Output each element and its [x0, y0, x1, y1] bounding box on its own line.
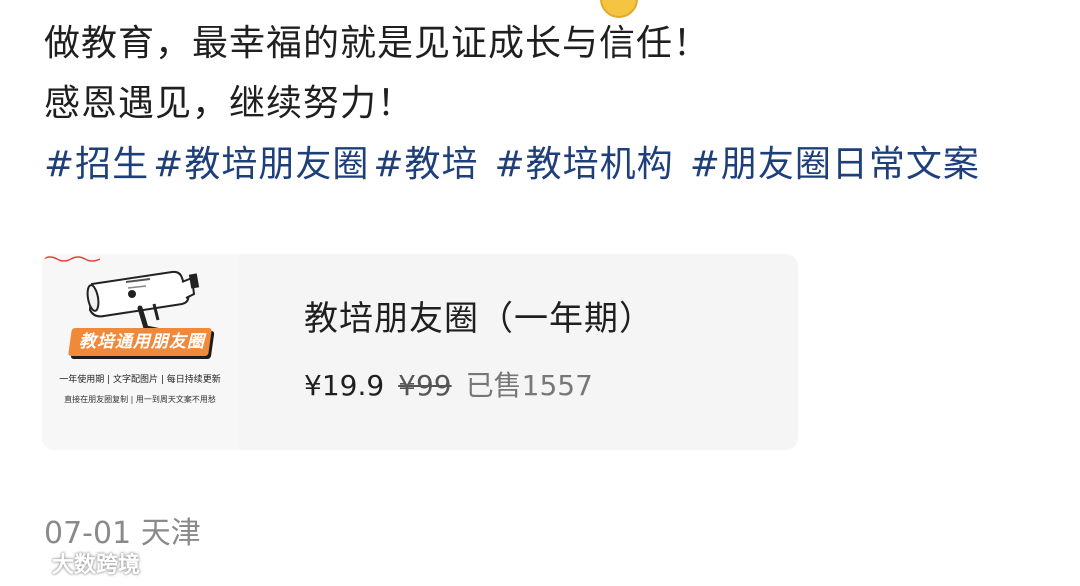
post-date: 07-01: [44, 516, 132, 551]
post-location: 天津: [140, 516, 201, 551]
post-text-line: 做教育，最幸福的就是见证成长与信任！: [44, 23, 711, 64]
hashtag-link[interactable]: #教培朋友圈: [153, 141, 369, 189]
thumbnail-subtitle: 一年使用期 | 文字配图片 | 每日持续更新: [59, 375, 221, 385]
thumbnail-note: 直接在朋友圈复制 | 用一到周天文案不用愁: [64, 395, 216, 404]
hashtag-link[interactable]: #教培机构: [495, 141, 674, 189]
squiggle-underline-icon: [42, 256, 101, 262]
product-card[interactable]: 教培通用朋友圈 一年使用期 | 文字配图片 | 每日持续更新 直接在朋友圈复制 …: [42, 254, 798, 450]
original-price: ¥99: [398, 369, 452, 402]
hashtag-link[interactable]: #教培: [373, 141, 478, 189]
watermark-text: 大数跨境: [52, 553, 141, 578]
clipped-previous-line: ▀▀ ▀▀ ▀▀▀▀▀ ▀▀▀▀▀▀ ▀▀▀ ▀▀ ▀ ▀▀▀: [44, 0, 851, 13]
watermark-logo-icon: [7, 557, 45, 575]
post-text-line: 感恩遇见，继续努力！: [44, 83, 415, 124]
smile-emoji-icon: [600, 0, 638, 18]
badge-label: 教培通用朋友圈: [79, 332, 205, 352]
watermark: 大数跨境: [6, 552, 140, 580]
post-meta: 07-01 天津: [44, 514, 201, 554]
price-row: ¥19.9 ¥99 已售1557: [304, 366, 593, 406]
hashtag-link[interactable]: #朋友圈日常文案: [690, 141, 980, 189]
sold-count: 已售1557: [465, 369, 593, 402]
hashtag-row: #招生 #教培朋友圈 #教培 #教培机构 #朋友圈日常文案: [44, 141, 984, 189]
product-thumbnail: 教培通用朋友圈 一年使用期 | 文字配图片 | 每日持续更新 直接在朋友圈复制 …: [42, 254, 238, 450]
hashtag-link[interactable]: #招生: [44, 141, 149, 189]
current-price: ¥19.9: [304, 369, 385, 402]
product-title: 教培朋友圈（一年期）: [304, 299, 654, 339]
